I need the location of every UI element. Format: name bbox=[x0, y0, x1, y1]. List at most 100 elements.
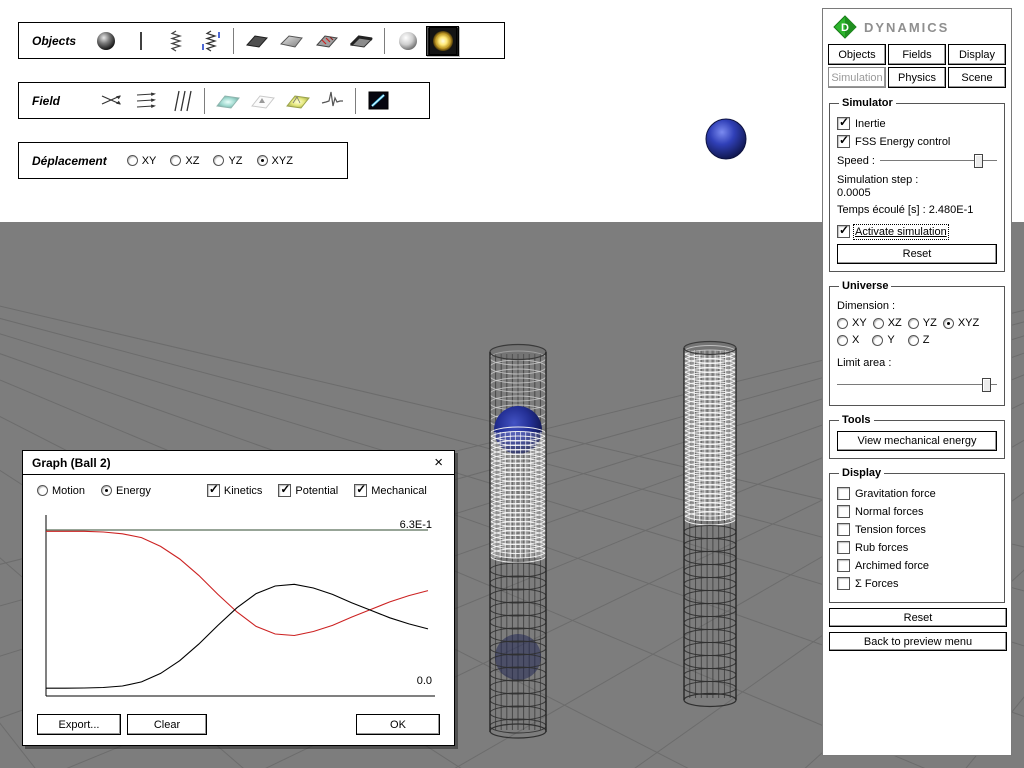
objects-toolbar: Objects bbox=[18, 22, 505, 59]
simulator-group: Simulator Inertie FSS Energy control Spe… bbox=[829, 97, 1005, 272]
nav-display-button[interactable]: Display bbox=[948, 44, 1006, 65]
tension-forces-checkbox[interactable] bbox=[837, 523, 850, 536]
glow-ball-icon[interactable] bbox=[426, 26, 459, 56]
toolbar-divider bbox=[355, 88, 356, 114]
archimed-force-row[interactable]: Archimed force bbox=[837, 559, 997, 572]
radio-dim-xyz[interactable] bbox=[943, 318, 954, 329]
limit-area-slider-track bbox=[837, 384, 997, 386]
radio-dim-xz[interactable] bbox=[873, 318, 884, 329]
display-group-title: Display bbox=[839, 467, 884, 479]
panel-header: D DYNAMICS bbox=[823, 13, 1011, 43]
plane-cyan-icon[interactable] bbox=[211, 86, 244, 116]
radio-deplacement-yz[interactable] bbox=[213, 155, 224, 166]
gravitation-force-checkbox[interactable] bbox=[837, 487, 850, 500]
speed-slider-thumb[interactable] bbox=[974, 154, 983, 168]
kinetics-checkbox[interactable] bbox=[207, 484, 220, 497]
motion-option: Motion bbox=[37, 485, 85, 497]
radio-dim-yz[interactable] bbox=[908, 318, 919, 329]
export-button[interactable]: Export... bbox=[37, 714, 121, 735]
plate-textured-icon[interactable] bbox=[310, 26, 343, 56]
rub-forces-row[interactable]: Rub forces bbox=[837, 541, 997, 554]
activate-simulation-checkbox[interactable] bbox=[837, 225, 850, 238]
fss-row[interactable]: FSS Energy control bbox=[837, 135, 997, 148]
radio-label: XYZ bbox=[958, 317, 979, 329]
nav-row-2: Simulation Physics Scene bbox=[823, 66, 1011, 89]
ok-button[interactable]: OK bbox=[356, 714, 440, 735]
speed-slider[interactable] bbox=[880, 153, 997, 169]
close-icon[interactable]: × bbox=[432, 455, 445, 470]
back-to-preview-menu-button[interactable]: Back to preview menu bbox=[829, 632, 1007, 651]
checkbox-label: Kinetics bbox=[224, 485, 263, 497]
bars-icon[interactable] bbox=[165, 86, 198, 116]
checkbox-label: Normal forces bbox=[855, 506, 923, 518]
toolbar-divider bbox=[204, 88, 205, 114]
plane-dark-icon[interactable] bbox=[362, 86, 395, 116]
potential-checkbox[interactable] bbox=[278, 484, 291, 497]
rod-icon[interactable] bbox=[124, 26, 157, 56]
step-value-row: 0.0005 bbox=[837, 187, 997, 199]
checkbox-label: Mechanical bbox=[371, 485, 427, 497]
nav-scene-button[interactable]: Scene bbox=[948, 67, 1006, 88]
view-mechanical-energy-button[interactable]: View mechanical energy bbox=[837, 431, 997, 451]
tube-front-rim bbox=[490, 345, 546, 360]
checkbox-label: Rub forces bbox=[855, 542, 908, 554]
nav-objects-button[interactable]: Objects bbox=[828, 44, 886, 65]
inertie-row[interactable]: Inertie bbox=[837, 117, 997, 130]
spring-arrows-icon[interactable] bbox=[194, 26, 227, 56]
sigma-forces-row[interactable]: Σ Forces bbox=[837, 577, 997, 590]
limit-area-label-row: Limit area : bbox=[837, 357, 997, 369]
ball-icon[interactable] bbox=[89, 26, 122, 56]
dimension-label: Dimension : bbox=[837, 300, 895, 312]
activate-row[interactable]: Activate simulation bbox=[837, 225, 997, 238]
radio-axis-y[interactable] bbox=[872, 335, 883, 346]
radio-deplacement-xyz[interactable] bbox=[257, 155, 268, 166]
fss-energy-checkbox[interactable] bbox=[837, 135, 850, 148]
radio-axis-z[interactable] bbox=[908, 335, 919, 346]
sigma-forces-checkbox[interactable] bbox=[837, 577, 850, 590]
plane-glow-icon[interactable] bbox=[281, 86, 314, 116]
radio-label: Y bbox=[887, 334, 894, 346]
cross-arrows-icon[interactable] bbox=[95, 86, 128, 116]
radio-energy[interactable] bbox=[101, 485, 112, 496]
radio-axis-x[interactable] bbox=[837, 335, 848, 346]
archimed-force-checkbox[interactable] bbox=[837, 559, 850, 572]
rub-forces-checkbox[interactable] bbox=[837, 541, 850, 554]
clear-button[interactable]: Clear bbox=[127, 714, 207, 735]
simulator-group-title: Simulator bbox=[839, 97, 896, 109]
gravitation-force-row[interactable]: Gravitation force bbox=[837, 487, 997, 500]
limit-area-label: Limit area : bbox=[837, 357, 891, 369]
radio-deplacement-xy[interactable] bbox=[127, 155, 138, 166]
spring-icon[interactable] bbox=[159, 26, 192, 56]
nav-fields-button[interactable]: Fields bbox=[888, 44, 946, 65]
speed-label: Speed : bbox=[837, 155, 875, 167]
plate-dark-icon[interactable] bbox=[240, 26, 273, 56]
plane-icon[interactable] bbox=[345, 26, 378, 56]
plane-white-icon[interactable] bbox=[246, 86, 279, 116]
nav-physics-button[interactable]: Physics bbox=[888, 67, 946, 88]
display-reset-button[interactable]: Reset bbox=[829, 608, 1007, 627]
plate-light-icon[interactable] bbox=[275, 26, 308, 56]
normal-forces-checkbox[interactable] bbox=[837, 505, 850, 518]
inertie-checkbox[interactable] bbox=[837, 117, 850, 130]
step-label-row: Simulation step : bbox=[837, 174, 997, 186]
simulator-reset-button[interactable]: Reset bbox=[837, 244, 997, 264]
radio-deplacement-xz[interactable] bbox=[170, 155, 181, 166]
wave-icon[interactable] bbox=[316, 86, 349, 116]
radio-dim-xy[interactable] bbox=[837, 318, 848, 329]
line-arrows-icon[interactable] bbox=[130, 86, 163, 116]
tension-forces-row[interactable]: Tension forces bbox=[837, 523, 997, 536]
mechanical-checkbox[interactable] bbox=[354, 484, 367, 497]
blue-ball[interactable] bbox=[706, 119, 746, 159]
normal-forces-row[interactable]: Normal forces bbox=[837, 505, 997, 518]
radio-motion[interactable] bbox=[37, 485, 48, 496]
limit-area-slider-thumb[interactable] bbox=[982, 378, 991, 392]
control-panel: D DYNAMICS Objects Fields Display Simula… bbox=[822, 8, 1012, 756]
field-toolbar: Field bbox=[18, 82, 430, 119]
graph-titlebar[interactable]: Graph (Ball 2) × bbox=[23, 451, 454, 475]
limit-area-slider[interactable] bbox=[837, 377, 997, 393]
deplacement-option-xyz: XYZ bbox=[257, 155, 293, 167]
checkbox-label: Gravitation force bbox=[855, 488, 936, 500]
dimension-label-row: Dimension : bbox=[837, 300, 997, 312]
tools-group-title: Tools bbox=[839, 414, 874, 426]
white-ball-icon[interactable] bbox=[391, 26, 424, 56]
